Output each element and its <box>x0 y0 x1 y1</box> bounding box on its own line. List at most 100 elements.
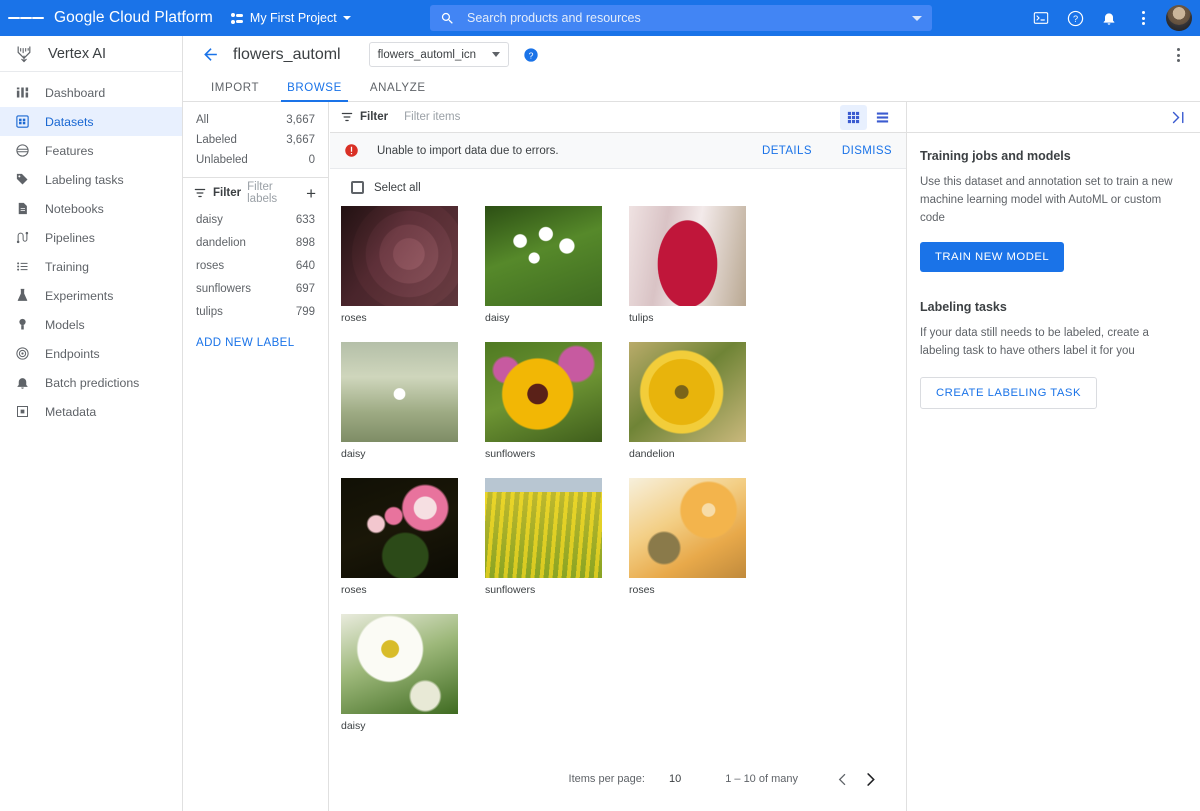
top-app-bar: Google Cloud Platform My First Project S… <box>0 0 1200 36</box>
label-row-daisy[interactable]: daisy 633 <box>183 208 328 231</box>
sidebar-item-batch-predictions[interactable]: Batch predictions <box>0 368 182 397</box>
create-labeling-task-button[interactable]: CREATE LABELING TASK <box>920 377 1097 410</box>
grid-item[interactable]: tulips <box>629 206 751 324</box>
account-avatar[interactable] <box>1166 5 1192 31</box>
items-per-page-select[interactable]: 10 <box>669 773 687 785</box>
more-options-icon[interactable] <box>1128 3 1158 33</box>
filter-items-input[interactable]: Filter items <box>404 111 840 123</box>
sidebar-item-label: Batch predictions <box>45 375 140 390</box>
sidebar-item-label: Features <box>45 143 94 158</box>
help-circle-icon[interactable]: ? <box>523 47 539 63</box>
annotation-set-select[interactable]: flowers_automl_icn <box>368 42 509 67</box>
grid-item[interactable]: daisy <box>341 342 463 460</box>
error-banner: Unable to import data due to errors. DET… <box>330 133 906 169</box>
item-caption: daisy <box>341 720 366 732</box>
label-row-sunflowers[interactable]: sunflowers 697 <box>183 277 328 300</box>
plus-icon[interactable]: + <box>306 185 318 202</box>
item-thumbnail[interactable] <box>485 342 602 442</box>
global-search-input[interactable]: Search products and resources <box>430 5 932 31</box>
grid-item[interactable]: roses <box>341 478 463 596</box>
count-row-all[interactable]: All 3,667 <box>183 110 328 130</box>
label-filter-panel: All 3,667 Labeled 3,667 Unlabeled 0 Filt… <box>183 102 329 811</box>
grid-item[interactable]: sunflowers <box>485 478 607 596</box>
sidebar-item-models[interactable]: Models <box>0 310 182 339</box>
select-all-checkbox[interactable] <box>351 181 364 194</box>
labeling-section: Labeling tasks If your data still needs … <box>920 300 1187 410</box>
label-row-tulips[interactable]: tulips 799 <box>183 300 328 323</box>
notifications-icon[interactable] <box>1094 3 1124 33</box>
item-thumbnail[interactable] <box>629 342 746 442</box>
item-thumbnail[interactable] <box>629 206 746 306</box>
add-new-label-button[interactable]: ADD NEW LABEL <box>183 323 328 349</box>
count-label: Unlabeled <box>196 154 248 166</box>
filter-icon[interactable] <box>193 186 207 200</box>
item-thumbnail[interactable] <box>341 478 458 578</box>
hamburger-icon[interactable] <box>8 0 44 36</box>
grid-item[interactable]: daisy <box>341 614 463 732</box>
grid-item[interactable]: daisy <box>485 206 607 324</box>
pipelines-icon <box>14 229 31 246</box>
item-thumbnail[interactable] <box>485 206 602 306</box>
sidebar-item-endpoints[interactable]: Endpoints <box>0 339 182 368</box>
grid-item[interactable]: dandelion <box>629 342 751 460</box>
item-thumbnail[interactable] <box>485 478 602 578</box>
grid-item[interactable]: roses <box>341 206 463 324</box>
page-title: flowers_automl <box>233 45 341 63</box>
count-row-labeled[interactable]: Labeled 3,667 <box>183 130 328 150</box>
count-row-unlabeled[interactable]: Unlabeled 0 <box>183 150 328 170</box>
chevron-left-icon[interactable] <box>828 765 856 793</box>
list-view-icon[interactable] <box>869 105 896 130</box>
help-icon[interactable]: ? <box>1060 3 1090 33</box>
filter-label: Filter <box>360 111 389 123</box>
label-row-dandelion[interactable]: dandelion 898 <box>183 231 328 254</box>
experiments-flask-icon <box>14 287 31 304</box>
vertex-ai-logo-icon <box>17 46 31 62</box>
sidebar-item-features[interactable]: Features <box>0 136 182 165</box>
sidebar-item-labeling-tasks[interactable]: Labeling tasks <box>0 165 182 194</box>
sidebar-item-training[interactable]: Training <box>0 252 182 281</box>
grid-item[interactable]: sunflowers <box>485 342 607 460</box>
chevron-right-icon[interactable] <box>856 765 884 793</box>
project-name: My First Project <box>249 11 337 25</box>
top-bar-actions: ? <box>1026 0 1192 36</box>
grid-item[interactable]: roses <box>629 478 751 596</box>
sidebar-item-dashboard[interactable]: Dashboard <box>0 78 182 107</box>
label-row-roses[interactable]: roses 640 <box>183 254 328 277</box>
error-dismiss-button[interactable]: DISMISS <box>842 145 892 157</box>
back-arrow-icon[interactable] <box>199 44 221 66</box>
collapse-panel-icon[interactable] <box>1167 106 1189 128</box>
sidebar-item-label: Experiments <box>45 288 114 303</box>
item-thumbnail[interactable] <box>341 342 458 442</box>
sidebar-item-label: Metadata <box>45 404 97 419</box>
filter-icon[interactable] <box>340 110 354 124</box>
item-caption: daisy <box>485 312 510 324</box>
sidebar-item-label: Models <box>45 317 85 332</box>
item-thumbnail[interactable] <box>629 478 746 578</box>
error-message: Unable to import data due to errors. <box>377 144 559 157</box>
item-thumbnail[interactable] <box>341 614 458 714</box>
tab-analyze[interactable]: ANALYZE <box>356 82 440 101</box>
item-caption: roses <box>341 584 367 596</box>
more-vert-icon[interactable] <box>1166 43 1190 67</box>
error-details-button[interactable]: DETAILS <box>762 145 812 157</box>
items-per-page-value: 10 <box>668 773 682 785</box>
sidebar-item-pipelines[interactable]: Pipelines <box>0 223 182 252</box>
sidebar-item-metadata[interactable]: Metadata <box>0 397 182 426</box>
cloud-shell-icon[interactable] <box>1026 3 1056 33</box>
grid-view-icon[interactable] <box>840 104 867 130</box>
train-new-model-button[interactable]: TRAIN NEW MODEL <box>920 242 1065 273</box>
select-all-label: Select all <box>374 181 421 194</box>
tab-browse[interactable]: BROWSE <box>273 82 356 102</box>
count-value: 0 <box>308 154 315 166</box>
tab-import[interactable]: IMPORT <box>197 82 273 101</box>
sidebar-item-notebooks[interactable]: Notebooks <box>0 194 182 223</box>
sidebar-item-label: Notebooks <box>45 201 104 216</box>
item-thumbnail[interactable] <box>341 206 458 306</box>
project-selector[interactable]: My First Project <box>230 11 351 25</box>
filter-labels-input[interactable]: Filter labels <box>247 181 300 205</box>
item-caption: roses <box>341 312 367 324</box>
search-expand-chevron-icon[interactable] <box>912 15 922 21</box>
sidebar-item-experiments[interactable]: Experiments <box>0 281 182 310</box>
sidebar-item-datasets[interactable]: Datasets <box>0 107 182 136</box>
dashboard-icon <box>14 84 31 101</box>
